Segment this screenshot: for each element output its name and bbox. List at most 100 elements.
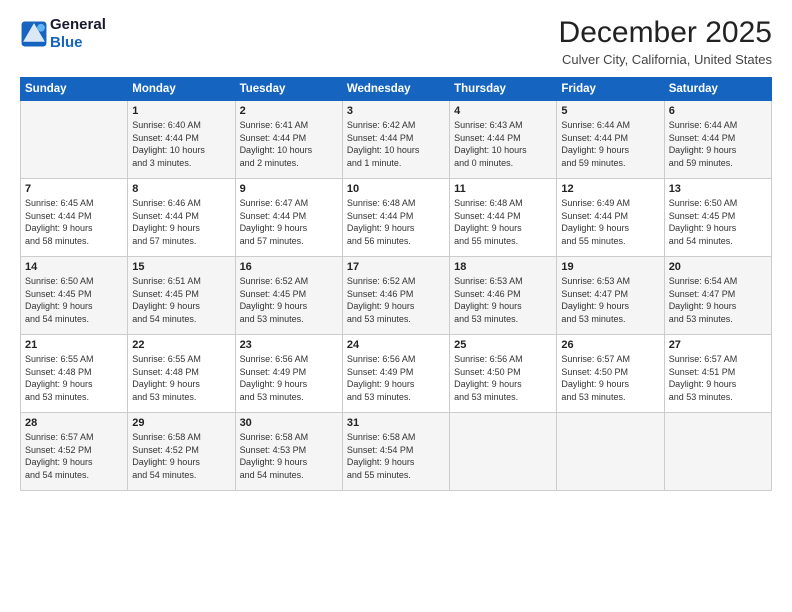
calendar-table: SundayMondayTuesdayWednesdayThursdayFrid… [20, 77, 772, 491]
day-cell: 1 Sunrise: 6:40 AM Sunset: 4:44 PM Daylig… [128, 101, 235, 179]
day-cell: 9 Sunrise: 6:47 AM Sunset: 4:44 PM Daylig… [235, 179, 342, 257]
week-row-5: 28 Sunrise: 6:57 AM Sunset: 4:52 PM Dayli… [21, 413, 772, 491]
day-info: Sunrise: 6:45 AM Sunset: 4:44 PM Dayligh… [25, 197, 123, 247]
day-number: 28 [25, 417, 123, 429]
day-cell: 15 Sunrise: 6:51 AM Sunset: 4:45 PM Dayli… [128, 257, 235, 335]
day-number: 11 [454, 183, 552, 195]
day-header-friday: Friday [557, 78, 664, 101]
day-info: Sunrise: 6:55 AM Sunset: 4:48 PM Dayligh… [25, 353, 123, 403]
day-cell: 7 Sunrise: 6:45 AM Sunset: 4:44 PM Daylig… [21, 179, 128, 257]
logo-text: General Blue [50, 16, 106, 52]
week-row-2: 7 Sunrise: 6:45 AM Sunset: 4:44 PM Daylig… [21, 179, 772, 257]
day-cell: 11 Sunrise: 6:48 AM Sunset: 4:44 PM Dayli… [450, 179, 557, 257]
week-row-3: 14Sunrise: 6:50 AM Sunset: 4:45 PM Dayli… [21, 257, 772, 335]
day-number: 12 [561, 183, 659, 195]
day-cell: 18 Sunrise: 6:53 AM Sunset: 4:46 PM Dayli… [450, 257, 557, 335]
header: General Blue December 2025 Culver City, … [20, 16, 772, 67]
day-info: Sunrise: 6:58 AM Sunset: 4:54 PM Dayligh… [347, 431, 445, 481]
day-number: 9 [240, 183, 338, 195]
day-number: 29 [132, 417, 230, 429]
logo-icon [20, 20, 48, 48]
logo: General Blue [20, 16, 106, 52]
day-number: 30 [240, 417, 338, 429]
day-number: 5 [561, 105, 659, 117]
day-info: Sunrise: 6:44 AM Sunset: 4:44 PM Dayligh… [669, 119, 767, 169]
week-row-4: 21Sunrise: 6:55 AM Sunset: 4:48 PM Dayli… [21, 335, 772, 413]
day-cell: 12Sunrise: 6:49 AM Sunset: 4:44 PM Dayli… [557, 179, 664, 257]
day-number: 14 [25, 261, 123, 273]
day-cell: 29Sunrise: 6:58 AM Sunset: 4:52 PM Dayli… [128, 413, 235, 491]
day-cell: 14Sunrise: 6:50 AM Sunset: 4:45 PM Dayli… [21, 257, 128, 335]
day-number: 17 [347, 261, 445, 273]
day-number: 19 [561, 261, 659, 273]
day-info: Sunrise: 6:54 AM Sunset: 4:47 PM Dayligh… [669, 275, 767, 325]
day-cell: 10Sunrise: 6:48 AM Sunset: 4:44 PM Dayli… [342, 179, 449, 257]
day-cell: 8Sunrise: 6:46 AM Sunset: 4:44 PM Daylig… [128, 179, 235, 257]
day-number: 20 [669, 261, 767, 273]
day-info: Sunrise: 6:48 AM Sunset: 4:44 PM Dayligh… [454, 197, 552, 247]
week-row-1: 1 Sunrise: 6:40 AM Sunset: 4:44 PM Daylig… [21, 101, 772, 179]
day-info: Sunrise: 6:42 AM Sunset: 4:44 PM Dayligh… [347, 119, 445, 169]
day-number: 2 [240, 105, 338, 117]
day-cell: 27 Sunrise: 6:57 AM Sunset: 4:51 PM Dayli… [664, 335, 771, 413]
day-number: 31 [347, 417, 445, 429]
day-info: Sunrise: 6:40 AM Sunset: 4:44 PM Dayligh… [132, 119, 230, 169]
day-number: 16 [240, 261, 338, 273]
day-info: Sunrise: 6:57 AM Sunset: 4:52 PM Dayligh… [25, 431, 123, 481]
day-number: 10 [347, 183, 445, 195]
day-cell: 31 Sunrise: 6:58 AM Sunset: 4:54 PM Dayli… [342, 413, 449, 491]
day-number: 6 [669, 105, 767, 117]
day-header-monday: Monday [128, 78, 235, 101]
day-number: 1 [132, 105, 230, 117]
day-cell: 25 Sunrise: 6:56 AM Sunset: 4:50 PM Dayli… [450, 335, 557, 413]
day-cell: 2Sunrise: 6:41 AM Sunset: 4:44 PM Daylig… [235, 101, 342, 179]
day-number: 4 [454, 105, 552, 117]
day-info: Sunrise: 6:56 AM Sunset: 4:50 PM Dayligh… [454, 353, 552, 403]
day-header-saturday: Saturday [664, 78, 771, 101]
day-cell: 30 Sunrise: 6:58 AM Sunset: 4:53 PM Dayli… [235, 413, 342, 491]
day-cell: 21Sunrise: 6:55 AM Sunset: 4:48 PM Dayli… [21, 335, 128, 413]
day-cell [21, 101, 128, 179]
day-info: Sunrise: 6:53 AM Sunset: 4:47 PM Dayligh… [561, 275, 659, 325]
day-cell: 13Sunrise: 6:50 AM Sunset: 4:45 PM Dayli… [664, 179, 771, 257]
day-cell: 26Sunrise: 6:57 AM Sunset: 4:50 PM Dayli… [557, 335, 664, 413]
day-number: 25 [454, 339, 552, 351]
day-header-thursday: Thursday [450, 78, 557, 101]
day-cell: 28 Sunrise: 6:57 AM Sunset: 4:52 PM Dayli… [21, 413, 128, 491]
month-title: December 2025 [559, 16, 772, 50]
day-info: Sunrise: 6:57 AM Sunset: 4:51 PM Dayligh… [669, 353, 767, 403]
day-header-tuesday: Tuesday [235, 78, 342, 101]
day-number: 27 [669, 339, 767, 351]
day-cell: 19 Sunrise: 6:53 AM Sunset: 4:47 PM Dayli… [557, 257, 664, 335]
page: General Blue December 2025 Culver City, … [0, 0, 792, 612]
day-number: 22 [132, 339, 230, 351]
day-cell: 23Sunrise: 6:56 AM Sunset: 4:49 PM Dayli… [235, 335, 342, 413]
day-cell: 3Sunrise: 6:42 AM Sunset: 4:44 PM Daylig… [342, 101, 449, 179]
day-number: 18 [454, 261, 552, 273]
day-info: Sunrise: 6:58 AM Sunset: 4:53 PM Dayligh… [240, 431, 338, 481]
day-info: Sunrise: 6:52 AM Sunset: 4:45 PM Dayligh… [240, 275, 338, 325]
day-cell: 4 Sunrise: 6:43 AM Sunset: 4:44 PM Daylig… [450, 101, 557, 179]
day-number: 7 [25, 183, 123, 195]
day-cell [664, 413, 771, 491]
day-info: Sunrise: 6:56 AM Sunset: 4:49 PM Dayligh… [347, 353, 445, 403]
day-info: Sunrise: 6:53 AM Sunset: 4:46 PM Dayligh… [454, 275, 552, 325]
day-info: Sunrise: 6:56 AM Sunset: 4:49 PM Dayligh… [240, 353, 338, 403]
day-info: Sunrise: 6:43 AM Sunset: 4:44 PM Dayligh… [454, 119, 552, 169]
day-header-sunday: Sunday [21, 78, 128, 101]
day-info: Sunrise: 6:51 AM Sunset: 4:45 PM Dayligh… [132, 275, 230, 325]
day-cell: 5Sunrise: 6:44 AM Sunset: 4:44 PM Daylig… [557, 101, 664, 179]
day-cell: 20 Sunrise: 6:54 AM Sunset: 4:47 PM Dayli… [664, 257, 771, 335]
day-cell: 22 Sunrise: 6:55 AM Sunset: 4:48 PM Dayli… [128, 335, 235, 413]
day-number: 24 [347, 339, 445, 351]
day-info: Sunrise: 6:52 AM Sunset: 4:46 PM Dayligh… [347, 275, 445, 325]
day-info: Sunrise: 6:55 AM Sunset: 4:48 PM Dayligh… [132, 353, 230, 403]
day-cell [557, 413, 664, 491]
day-info: Sunrise: 6:47 AM Sunset: 4:44 PM Dayligh… [240, 197, 338, 247]
day-info: Sunrise: 6:46 AM Sunset: 4:44 PM Dayligh… [132, 197, 230, 247]
day-cell: 17 Sunrise: 6:52 AM Sunset: 4:46 PM Dayli… [342, 257, 449, 335]
header-row: SundayMondayTuesdayWednesdayThursdayFrid… [21, 78, 772, 101]
day-cell: 6 Sunrise: 6:44 AM Sunset: 4:44 PM Daylig… [664, 101, 771, 179]
day-cell [450, 413, 557, 491]
day-number: 15 [132, 261, 230, 273]
